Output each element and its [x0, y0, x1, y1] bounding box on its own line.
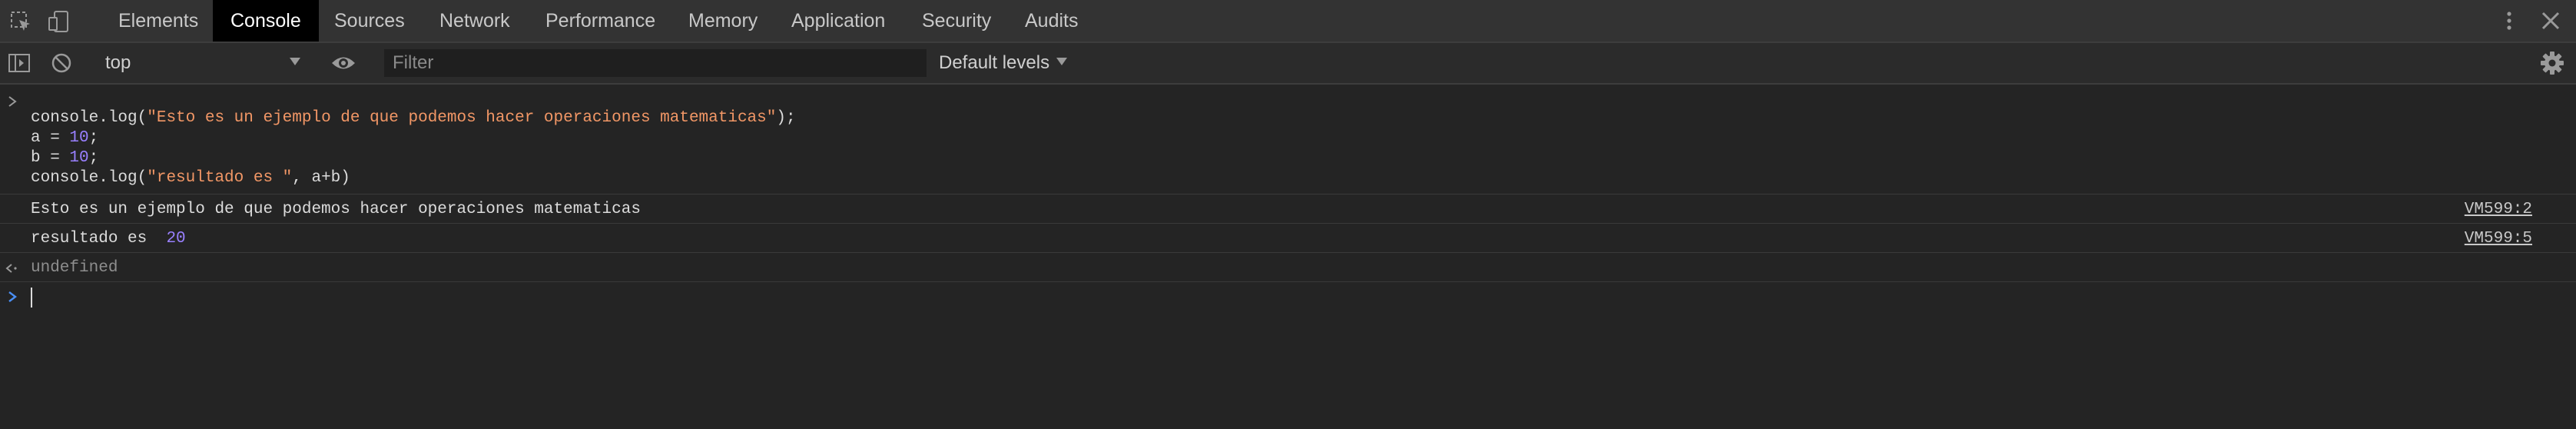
tab-console[interactable]: Console: [213, 0, 319, 42]
string-literal: "resultado es ": [147, 169, 293, 187]
console-output[interactable]: console.log("Esto es un ejemplo de que p…: [0, 85, 2576, 429]
tab-elements[interactable]: Elements: [101, 0, 216, 42]
inspect-element-icon[interactable]: [9, 10, 32, 33]
code-token: ;: [88, 149, 99, 167]
code-token: a =: [31, 129, 70, 147]
tab-sources[interactable]: Sources: [317, 0, 423, 42]
text-cursor: [31, 288, 32, 308]
number-literal: 10: [69, 149, 89, 167]
console-log-entry: Esto es un ejemplo de que podemos hacer …: [0, 195, 2576, 224]
code-token: console.log(: [31, 109, 148, 127]
tab-security[interactable]: Security: [904, 0, 1009, 42]
number-literal: 10: [69, 129, 89, 147]
console-prompt[interactable]: [0, 282, 2576, 313]
console-input-entry: console.log("Esto es un ejemplo de que p…: [0, 85, 2576, 195]
code-token: console.log(: [31, 169, 148, 187]
live-expression-icon[interactable]: [330, 53, 356, 73]
log-levels-dropdown[interactable]: Default levels: [939, 49, 1049, 77]
log-text: resultado es: [31, 230, 157, 248]
code-line-1: console.log("Esto es un ejemplo de que p…: [31, 109, 796, 127]
log-number-value: 20: [166, 230, 186, 248]
kebab-menu-icon[interactable]: [2498, 9, 2521, 32]
source-link[interactable]: VM599:2: [2465, 201, 2532, 218]
code-line-3: b = 10;: [31, 149, 98, 167]
log-message: Esto es un ejemplo de que podemos hacer …: [31, 201, 641, 218]
code-line-2: a = 10;: [31, 129, 98, 147]
devtools-tabbar: Elements Console Sources Network Perform…: [0, 0, 2576, 43]
log-levels-label: Default levels: [939, 52, 1050, 73]
string-literal: "Esto es un ejemplo de que podemos hacer…: [147, 109, 777, 127]
execution-context-value: top: [105, 52, 131, 73]
clear-console-icon[interactable]: [51, 52, 72, 74]
chevron-down-icon: [1056, 58, 1067, 65]
tab-performance[interactable]: Performance: [528, 0, 673, 42]
code-token: );: [776, 109, 796, 127]
tab-memory[interactable]: Memory: [671, 0, 775, 42]
close-icon[interactable]: [2539, 9, 2562, 32]
device-toolbar-icon[interactable]: [48, 10, 71, 33]
tab-network[interactable]: Network: [422, 0, 528, 42]
code-token: , a+b): [292, 169, 350, 187]
sidebar-toggle-icon[interactable]: [8, 52, 31, 74]
tab-application[interactable]: Application: [774, 0, 903, 42]
console-result-entry: undefined: [0, 253, 2576, 282]
console-toolbar: top Default levels: [0, 43, 2576, 85]
prompt-chevron-icon: [8, 291, 17, 302]
log-message: resultado es 20: [31, 230, 186, 248]
result-value: undefined: [31, 259, 118, 277]
code-line-4: console.log("resultado es ", a+b): [31, 169, 350, 187]
result-arrow-icon: [5, 264, 17, 273]
chevron-down-icon: [290, 58, 300, 65]
source-link[interactable]: VM599:5: [2465, 230, 2532, 248]
code-token: ;: [88, 129, 99, 147]
code-token: b =: [31, 149, 70, 167]
gear-icon[interactable]: [2540, 51, 2564, 75]
console-log-entry: resultado es 20 VM599:5: [0, 224, 2576, 253]
filter-input[interactable]: [384, 49, 927, 77]
tab-audits[interactable]: Audits: [1007, 0, 1096, 42]
input-prompt-icon: [8, 96, 17, 107]
